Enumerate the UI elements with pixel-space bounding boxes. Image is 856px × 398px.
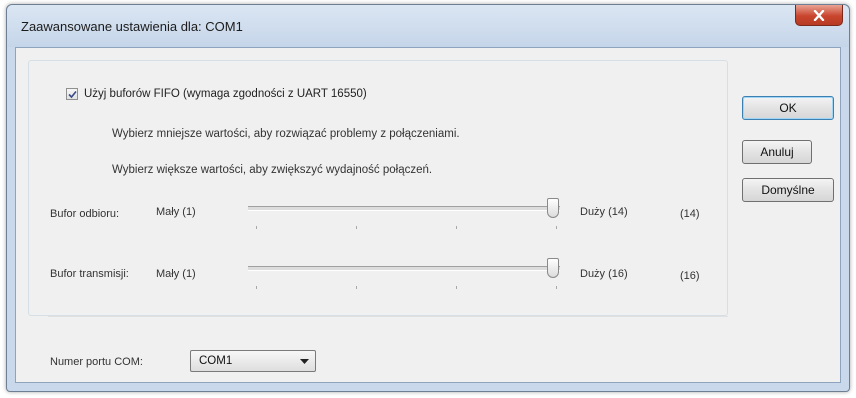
receive-buffer-slider-thumb[interactable] — [547, 198, 559, 218]
ok-button[interactable]: OK — [742, 96, 834, 120]
transmit-buffer-value: (16) — [680, 270, 700, 282]
transmit-buffer-tick — [456, 286, 457, 289]
hint-higher-values: Wybierz większe wartości, aby zwiększyć … — [112, 164, 433, 176]
transmit-buffer-label: Bufor transmisji: — [50, 268, 129, 280]
chevron-down-icon — [300, 359, 309, 364]
receive-buffer-tick — [356, 226, 357, 229]
hint-lower-values: Wybierz mniejsze wartości, aby rozwiązać… — [112, 128, 460, 140]
fifo-option[interactable]: Użyj buforów FIFO (wymaga zgodności z UA… — [66, 88, 367, 100]
dialog-client-area: Użyj buforów FIFO (wymaga zgodności z UA… — [15, 47, 841, 383]
receive-buffer-label: Bufor odbioru: — [50, 208, 120, 220]
receive-buffer-tick — [556, 226, 557, 229]
fifo-label: Użyj buforów FIFO (wymaga zgodności z UA… — [84, 88, 367, 100]
transmit-buffer-min-label: Mały (1) — [156, 268, 196, 280]
port-number-select[interactable]: COM1 — [190, 350, 316, 372]
defaults-button[interactable]: Domyślne — [742, 178, 834, 202]
close-icon — [813, 9, 825, 21]
cancel-button[interactable]: Anuluj — [742, 140, 812, 164]
close-button[interactable] — [795, 5, 843, 26]
receive-buffer-tick — [456, 226, 457, 229]
receive-buffer-value: (14) — [680, 208, 700, 220]
transmit-buffer-track[interactable] — [248, 266, 560, 271]
transmit-buffer-slider-thumb[interactable] — [547, 258, 559, 278]
checkmark-icon — [67, 90, 77, 98]
port-number-label: Numer portu COM: — [50, 356, 143, 368]
separator-line — [48, 316, 728, 317]
receive-buffer-max-label: Duży (14) — [580, 206, 628, 218]
port-number-value: COM1 — [199, 355, 233, 367]
transmit-buffer-max-label: Duży (16) — [580, 268, 628, 280]
receive-buffer-track[interactable] — [248, 206, 560, 211]
transmit-buffer-tick — [556, 286, 557, 289]
receive-buffer-min-label: Mały (1) — [156, 206, 196, 218]
receive-buffer-tick — [256, 226, 257, 229]
window-title: Zaawansowane ustawienia dla: COM1 — [21, 19, 243, 34]
fifo-checkbox[interactable] — [66, 88, 78, 100]
title-bar[interactable]: Zaawansowane ustawienia dla: COM1 — [7, 5, 849, 47]
dialog-window: Zaawansowane ustawienia dla: COM1 Użyj b… — [6, 4, 850, 392]
transmit-buffer-tick — [356, 286, 357, 289]
transmit-buffer-tick — [256, 286, 257, 289]
